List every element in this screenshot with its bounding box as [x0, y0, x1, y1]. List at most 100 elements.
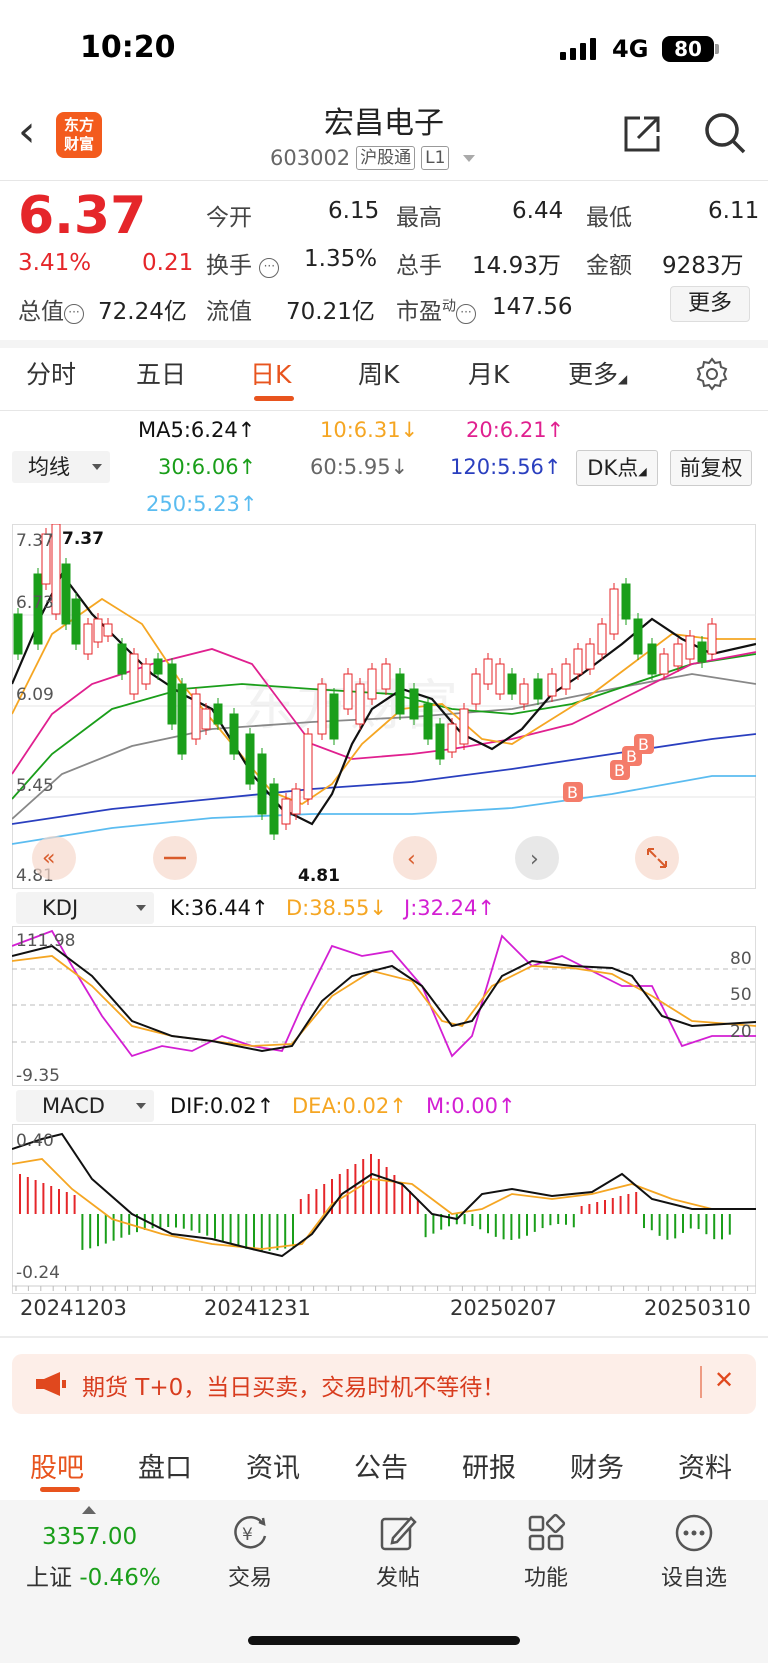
- high-label: 最高: [396, 205, 442, 231]
- function-label: 功能: [523, 1566, 568, 1591]
- ma-select[interactable]: 均线: [12, 451, 110, 483]
- expand-up-icon[interactable]: [82, 1506, 96, 1514]
- index-value[interactable]: 3357.00: [42, 1524, 137, 1550]
- ma250-legend: 250:5.23↑: [146, 492, 258, 516]
- candle-body: [659, 653, 669, 675]
- chevron-right-icon: ›: [530, 847, 539, 872]
- chevron-down-icon: [92, 464, 102, 470]
- candle-body: [83, 623, 93, 655]
- candle-body: [281, 798, 291, 825]
- adjust-button[interactable]: 前复权: [670, 450, 752, 486]
- candle-body: [707, 623, 717, 655]
- tab-five-day[interactable]: 五日: [136, 355, 186, 391]
- promo-banner[interactable]: 期货 T+0，当日买卖，交易时机不等待！ ✕: [12, 1354, 756, 1414]
- volume-label: 总手: [396, 253, 442, 279]
- function-button[interactable]: 功能: [496, 1512, 596, 1592]
- tab-weekly-k[interactable]: 周K: [358, 355, 399, 391]
- kdj-select[interactable]: KDJ: [16, 892, 154, 924]
- post-label: 发帖: [375, 1566, 420, 1591]
- candle-body: [471, 673, 481, 705]
- open-value: 6.15: [328, 198, 380, 224]
- tab-financials[interactable]: 财务: [570, 1446, 624, 1485]
- candle-body: [459, 708, 469, 745]
- more-quote-button[interactable]: 更多: [670, 286, 750, 322]
- macd-chart[interactable]: 0.40 -0.24: [12, 1124, 756, 1294]
- edit-icon: [380, 1516, 417, 1551]
- tab-intraday[interactable]: 分时: [26, 355, 76, 391]
- ma10-legend: 10:6.31↓: [320, 418, 419, 442]
- section-divider: [0, 340, 768, 348]
- close-icon[interactable]: ✕: [714, 1366, 734, 1394]
- candle-body: [103, 623, 113, 637]
- candle-body: [71, 598, 81, 645]
- chevron-down-icon: [463, 154, 476, 162]
- stock-subtitle[interactable]: 603002 沪股通 L1: [270, 146, 476, 170]
- candle-body: [633, 618, 643, 655]
- info-icon[interactable]: ···: [259, 258, 280, 278]
- candle-body: [507, 673, 517, 695]
- candle-body: [329, 693, 339, 740]
- post-button[interactable]: 发帖: [348, 1512, 448, 1592]
- tab-monthly-k[interactable]: 月K: [468, 355, 509, 391]
- dk-point-button[interactable]: DK点◢: [576, 450, 658, 486]
- pe-value: 147.56: [492, 294, 573, 320]
- grid-icon: [528, 1513, 566, 1551]
- trade-button[interactable]: ¥ 交易: [200, 1512, 300, 1592]
- candle-body: [423, 703, 433, 740]
- share-icon[interactable]: [620, 112, 664, 156]
- gear-icon[interactable]: [694, 356, 730, 392]
- ma120-legend: 120:5.56↑: [450, 455, 562, 479]
- candle-body: [621, 583, 631, 620]
- tab-announcements[interactable]: 公告: [354, 1446, 408, 1485]
- kdj-chart[interactable]: 111.98 -9.35 80 50 20: [12, 926, 756, 1086]
- kdj-k-legend: K:36.44↑: [170, 896, 269, 920]
- tabs-divider: [0, 410, 768, 411]
- amount-value: 9283万: [662, 253, 744, 279]
- ma30-legend: 30:6.06↑: [158, 455, 257, 479]
- tab-news[interactable]: 资讯: [246, 1446, 300, 1485]
- candle-body: [291, 788, 301, 815]
- current-price: 6.37: [18, 186, 147, 246]
- index-summary[interactable]: 上证 -0.46%: [26, 1558, 161, 1592]
- info-icon[interactable]: ···: [456, 304, 476, 324]
- candle-body: [177, 683, 187, 755]
- watchlist-button[interactable]: 设自选: [644, 1512, 744, 1592]
- candle-body: [93, 618, 103, 643]
- candle-body: [229, 713, 239, 755]
- battery-tip: [715, 44, 719, 54]
- watchlist-label: 设自选: [660, 1566, 727, 1591]
- chevron-left-icon: ‹: [407, 847, 416, 872]
- candle-body: [367, 668, 377, 700]
- candle-body: [245, 733, 255, 785]
- hk-connect-tag: 沪股通: [356, 146, 416, 170]
- stock-code: 603002: [270, 146, 351, 170]
- trade-icon: ¥: [234, 1516, 267, 1549]
- chevron-down-icon: [136, 905, 146, 911]
- candle-body: [585, 643, 595, 670]
- candle-body: [447, 723, 457, 753]
- float-label: 流值: [206, 299, 252, 325]
- level-tag: L1: [421, 146, 450, 170]
- candle-body: [343, 673, 353, 710]
- tab-more[interactable]: 更多◢: [568, 355, 627, 391]
- megaphone-icon: [36, 1372, 66, 1396]
- tab-profile[interactable]: 资料: [678, 1446, 732, 1485]
- tab-underline: [254, 396, 294, 401]
- tab-order-book[interactable]: 盘口: [138, 1446, 192, 1485]
- macd-select[interactable]: MACD: [16, 1090, 154, 1122]
- amount-label: 金额: [586, 253, 632, 279]
- open-label: 今开: [206, 205, 252, 231]
- volume-value: 14.93万: [472, 253, 561, 279]
- candle-body: [495, 663, 505, 695]
- search-icon[interactable]: [702, 110, 748, 156]
- tab-daily-k[interactable]: 日K: [250, 355, 291, 391]
- tab-forum[interactable]: 股吧: [30, 1446, 84, 1485]
- info-icon[interactable]: ···: [64, 304, 84, 324]
- chart-bottom-divider: [0, 1336, 768, 1338]
- tab-research[interactable]: 研报: [462, 1446, 516, 1485]
- candle-body: [533, 678, 543, 700]
- candle-body: [673, 643, 683, 667]
- mcap-value: 72.24亿: [98, 299, 187, 325]
- kline-chart[interactable]: 东方财富 7.37 6.73 6.09 5.45 4.81 7.37 4.81 …: [12, 524, 756, 889]
- y-label-top: 7.37: [16, 531, 54, 551]
